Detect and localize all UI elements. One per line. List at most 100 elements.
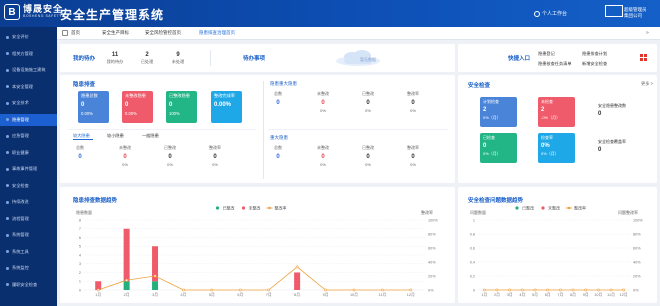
check-rate[interactable]: 检查率 0% 0%（月） — [538, 133, 575, 163]
cell-label: 未整改 — [119, 145, 131, 150]
tab-minor-level[interactable]: 较小隐患 — [107, 133, 124, 139]
kpi-my-todo[interactable]: 11 我的待办 — [103, 52, 127, 65]
hazard-trend-chart: 隐患数量 整改率已整改 未整改 整改率0123456780%20%40%60%80%1… — [76, 205, 438, 298]
hazard-card: 隐患排查 隐患总数 0 0.00% 未整改隐患 0 0.00% 已整改隐患 0 … — [60, 75, 455, 183]
quick-link-hazard-plan[interactable]: 隐患排查计划 — [582, 51, 607, 57]
sidebar-item-label: 系统管理 — [12, 232, 29, 237]
cell-pct: 0% — [320, 108, 326, 113]
stat-unrectified[interactable]: 未整改隐患 0 0.00% — [122, 91, 153, 123]
cell-label: 整改率 — [209, 145, 221, 150]
stat-rate[interactable]: 整改完成率 0.00% — [211, 91, 242, 123]
cell-value: 0 — [411, 154, 415, 160]
sidebar-item[interactable]: 事故事件管理 — [0, 163, 57, 175]
y-tick-label: 3 — [79, 262, 81, 266]
cell-value: 0 — [411, 100, 415, 106]
avatar[interactable] — [605, 5, 623, 17]
sidebar: 安全评价相关方管理设备设施施工建筑 本安全管理安全技术隐患管理应急管理职业健康事故… — [0, 27, 57, 306]
tab-hazard-home[interactable]: 隐患排查治理首页 — [199, 30, 235, 36]
line-point — [596, 288, 600, 292]
stat-pct: 0.00% — [81, 111, 93, 116]
quick-link-hazard-tasks[interactable]: 隐患核查任务清单 — [538, 61, 572, 67]
sidebar-item-label: 安全评价 — [12, 34, 29, 39]
legend-label: 已整改 — [522, 205, 534, 211]
sidebar-item[interactable]: 应急管理 — [0, 130, 57, 142]
logo[interactable]: B 博晟安全 BOSHENG SAFETY — [4, 4, 63, 20]
line-point — [238, 288, 242, 292]
check-planned[interactable]: 计划检查 2 0%（月） — [480, 97, 517, 127]
sidebar-item[interactable]: 系统监控 — [0, 262, 57, 274]
tab-safety-target[interactable]: 安全生产目标 — [102, 30, 129, 36]
legend-swatch — [268, 206, 271, 210]
y-axis-label: 问题数量 — [470, 209, 486, 215]
sidebar-item[interactable]: 系统工具 — [0, 246, 57, 258]
cell-label: 总数 — [274, 145, 282, 150]
safety-title: 安全检查 — [468, 83, 491, 89]
tabs-more-icon[interactable]: » — [646, 30, 649, 36]
sidebar-item[interactable]: 履职安全检查 — [0, 279, 57, 291]
sidebar-item[interactable]: 本安全管理 — [0, 81, 57, 93]
hazard-trend-card: 隐患排查数据趋势 隐患数量 整改率 已整改 未整改 整改率 0 1 2 3 4 5 6 7 8 0% 20% 4… — [60, 187, 455, 303]
side-stat-label: 安全检查覆盖率 — [598, 139, 626, 144]
x-tick-label: 11月 — [379, 292, 387, 297]
check-done[interactable]: 已检查 0 0%（月） — [480, 133, 517, 163]
sidebar-item[interactable]: 持续改进 — [0, 196, 57, 208]
kpi-processed[interactable]: 2 已处理 — [135, 52, 159, 65]
sidebar-item[interactable]: 安全评价 — [0, 31, 57, 43]
stat-rectified[interactable]: 已整改隐患 0 100% — [166, 91, 197, 123]
y-tick-label: 2 — [79, 271, 81, 275]
menu-dot-icon — [6, 35, 9, 39]
sidebar-item[interactable]: 流程管理 — [0, 213, 57, 225]
stat-total[interactable]: 隐患总数 0 0.00% — [78, 91, 109, 123]
user-info[interactable]: 超级管理员 集团公司 — [624, 7, 647, 19]
sidebar-item[interactable]: 系统管理 — [0, 229, 57, 241]
line-point — [210, 288, 214, 292]
x-tick-label: 6月 — [237, 292, 243, 297]
y-tick-label: 6 — [79, 236, 81, 240]
tab-risk-home[interactable]: 安全风险管控首页 — [145, 30, 181, 36]
x-tick-label: 7月 — [266, 292, 272, 297]
safety-trend-card: 安全检查问题数据趋势 问题数量 问题整改率 已整改 未整改 整改率 0 0.2 0.4 0.6 0… — [458, 187, 657, 303]
line-point — [584, 288, 588, 292]
tab-general-level[interactable]: 一般隐患 — [142, 133, 159, 139]
line-point — [546, 288, 550, 292]
more-link[interactable]: 更多 > — [641, 81, 653, 87]
stat-cell: 总数 0 — [68, 145, 92, 162]
cell-value: 0 — [366, 100, 370, 106]
apps-grid-icon[interactable] — [640, 54, 647, 61]
tab-home[interactable]: 首页 — [71, 30, 80, 36]
sidebar-item[interactable]: 隐患管理 — [0, 113, 57, 126]
cell-pct: 0% — [212, 162, 218, 167]
cell-pct: 0% — [365, 108, 371, 113]
x-tick-label: 4月 — [519, 292, 525, 297]
y2-tick-label: 0% — [633, 288, 639, 292]
legend-label: 整改率 — [275, 205, 287, 211]
sidebar-item[interactable]: 安全检查 — [0, 180, 57, 192]
stat-cell: 整改率 0 0% — [401, 145, 425, 167]
todo-title: 我的待办 — [73, 56, 96, 62]
line-point — [267, 288, 271, 292]
empty-text: 暂无数据 — [360, 57, 376, 62]
x-tick-label: 9月 — [323, 292, 329, 297]
check-not-done[interactable]: 未检查 2 -0%（月） — [538, 97, 575, 127]
stat-value: 0.00% — [214, 102, 232, 108]
sidebar-item[interactable]: 相关方管理 — [0, 48, 57, 60]
major-title: 隐患重大隐患 — [270, 81, 297, 86]
sidebar-item[interactable]: 安全技术 — [0, 97, 57, 109]
cell-value: 0 — [168, 154, 172, 160]
quick-link-hazard-register[interactable]: 隐患登记 — [538, 51, 555, 57]
pending-title: 待办事项 — [243, 56, 266, 62]
sidebar-item[interactable]: 设备设施施工建筑 — [0, 64, 57, 76]
quick-link-new-check[interactable]: 新增安全检查 — [582, 61, 607, 67]
kpi-unprocessed[interactable]: 9 未处理 — [166, 52, 190, 65]
sidebar-item-label: 相关方管理 — [12, 50, 33, 56]
user-org: 集团公司 — [624, 12, 642, 18]
stat-value: 0 — [125, 102, 129, 108]
sidebar-item[interactable]: 职业健康 — [0, 147, 57, 159]
home-icon[interactable] — [62, 30, 68, 36]
cell-label: 已整改 — [362, 145, 374, 150]
box-value: 2 — [541, 107, 545, 113]
workbench-link[interactable]: 个人工作台 — [534, 10, 567, 17]
line-point — [153, 274, 157, 278]
y2-tick-label: 80% — [633, 232, 641, 236]
hazard-title: 隐患排查 — [73, 82, 96, 88]
